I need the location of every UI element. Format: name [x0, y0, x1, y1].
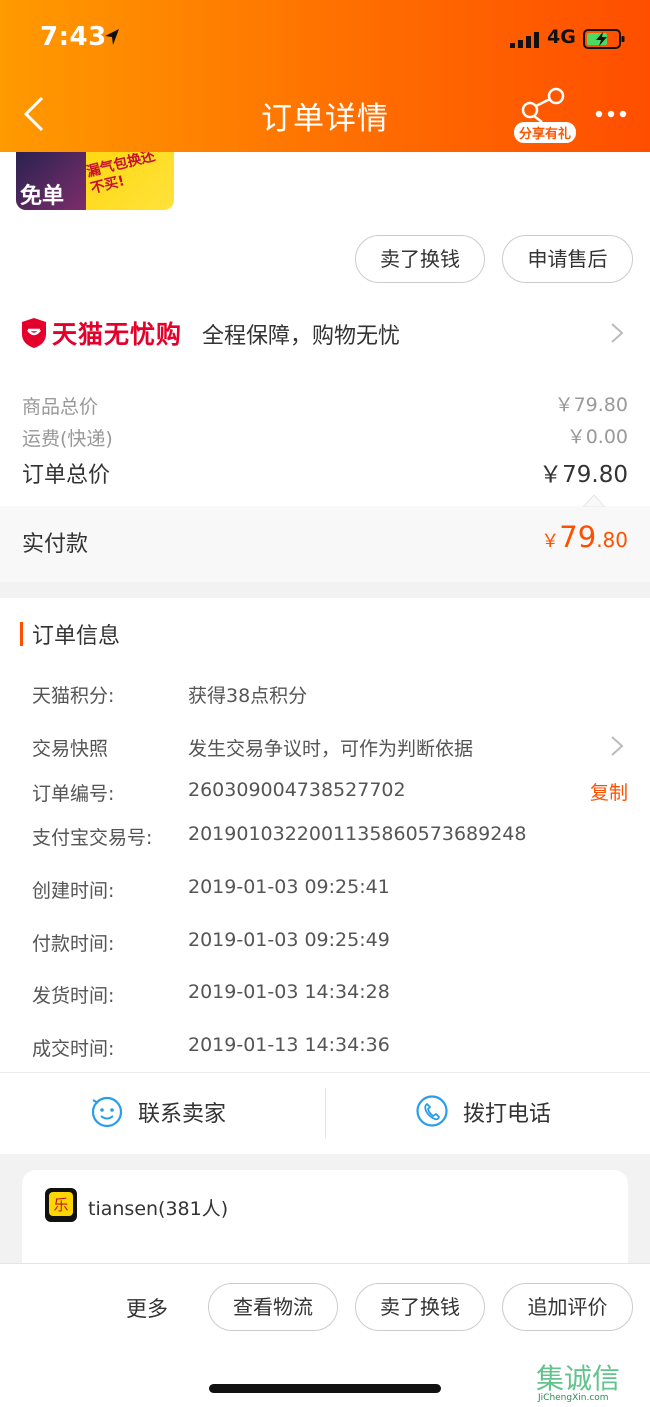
chevron-right-icon[interactable]	[610, 735, 624, 757]
shipping-value: ￥0.00	[566, 426, 628, 448]
shipping-label: 运费(快递)	[22, 428, 113, 450]
info-value-created: 2019-01-03 09:25:41	[188, 876, 390, 898]
chat-face-icon	[91, 1096, 123, 1128]
info-value-snapshot[interactable]: 发生交易争议时，可作为判断依据	[188, 734, 473, 761]
group-name: tiansen(381人)	[88, 1198, 229, 1220]
contact-seller-label: 联系卖家	[138, 1102, 227, 1127]
tmall-guarantee-brand[interactable]: 天猫无忧购	[52, 315, 182, 351]
paid-value: ￥79.80	[541, 520, 628, 554]
status-bar: 7:43 4G	[0, 22, 650, 58]
view-logistics-button[interactable]: 查看物流	[208, 1283, 338, 1331]
paid-decimal: .80	[596, 528, 628, 552]
add-review-button[interactable]: 追加评价	[502, 1283, 633, 1331]
copy-order-no-button[interactable]: 复制	[590, 778, 628, 805]
sell-for-cash-button[interactable]: 卖了换钱	[355, 235, 485, 283]
apply-aftersale-button[interactable]: 申请售后	[502, 235, 633, 283]
app-header: 7:43 4G 订单详情 分享有礼	[0, 0, 650, 152]
info-key-shipped: 发货时间:	[32, 985, 115, 1007]
contact-seller-button[interactable]: 联系卖家	[90, 1092, 250, 1136]
info-key-alipay-no: 支付宝交易号:	[32, 827, 153, 849]
info-value-completed: 2019-01-13 14:34:36	[188, 1034, 390, 1056]
status-time: 7:43	[40, 22, 107, 52]
section-accent-bar	[20, 622, 23, 646]
order-total-value: ￥79.80	[539, 462, 628, 488]
tmall-guarantee-desc[interactable]: 全程保障，购物无忧	[202, 318, 400, 350]
info-value-order-no: 260309004738527702	[188, 779, 406, 801]
info-key-snapshot[interactable]: 交易快照	[32, 734, 108, 761]
cellular-signal-icon	[510, 32, 539, 48]
info-key-created: 创建时间:	[32, 880, 115, 902]
info-key-paid: 付款时间:	[32, 933, 115, 955]
info-value-shipped: 2019-01-03 14:34:28	[188, 981, 390, 1003]
goods-total-value: ￥79.80	[554, 394, 628, 416]
phone-icon	[416, 1095, 448, 1127]
product-badge: 免单	[20, 184, 65, 209]
chevron-right-icon[interactable]	[610, 322, 624, 344]
contact-divider	[325, 1088, 326, 1138]
info-key-order-no: 订单编号:	[32, 783, 115, 805]
more-dots-icon[interactable]	[594, 108, 628, 120]
svg-text:集诚信: 集诚信	[536, 1362, 620, 1395]
tmall-shield-icon	[22, 318, 46, 348]
group-avatar-icon: 乐	[45, 1188, 77, 1222]
network-type: 4G	[547, 26, 576, 48]
svg-text:乐: 乐	[53, 1196, 68, 1214]
paid-currency: ￥	[541, 531, 560, 552]
product-image[interactable]: 免单 漏气包换还不买!	[16, 152, 174, 210]
call-phone-label: 拨打电话	[463, 1102, 552, 1127]
call-phone-button[interactable]: 拨打电话	[415, 1092, 575, 1136]
divider	[0, 1072, 650, 1073]
product-slogan: 漏气包换还不买!	[84, 152, 157, 197]
paid-integer: 79	[559, 520, 597, 554]
pointer-triangle	[583, 494, 605, 507]
info-key-points: 天猫积分:	[32, 685, 115, 707]
info-value-points: 获得38点积分	[188, 685, 308, 707]
info-value-alipay-no: 2019010322001135860573689248	[188, 823, 527, 845]
info-value-paid: 2019-01-03 09:25:49	[188, 929, 390, 951]
paid-label: 实付款	[22, 532, 89, 557]
share-reward-tag[interactable]: 分享有礼	[514, 122, 577, 143]
sell-for-cash-bottom-button[interactable]: 卖了换钱	[355, 1283, 485, 1331]
watermark-url: JiChengXin.com	[538, 1393, 609, 1403]
more-button[interactable]: 更多	[126, 1293, 168, 1323]
goods-total-label: 商品总价	[22, 396, 99, 418]
order-info-title: 订单信息	[32, 624, 121, 649]
location-arrow-icon	[105, 29, 119, 45]
order-total-label: 订单总价	[22, 463, 111, 488]
battery-icon	[583, 29, 625, 49]
info-key-completed: 成交时间:	[32, 1038, 115, 1060]
home-indicator[interactable]	[209, 1384, 441, 1393]
